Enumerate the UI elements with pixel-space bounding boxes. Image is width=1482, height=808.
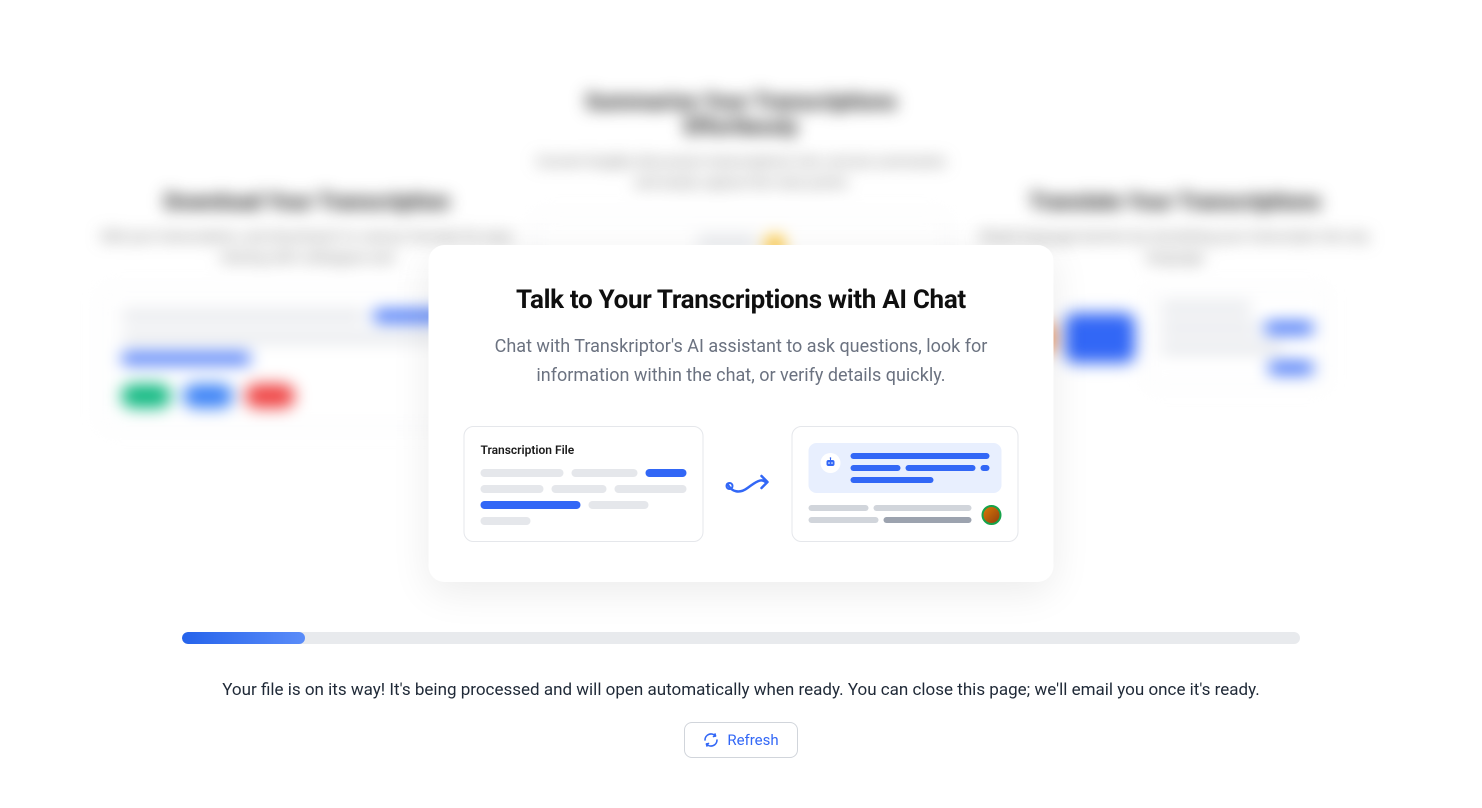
progress-section: 11% Your file is on its way! It's being …: [182, 632, 1300, 758]
bg-card-title: Summarize Your Transcriptions Effortless…: [534, 90, 948, 140]
refresh-icon: [703, 732, 719, 748]
modal-description: Chat with Transkriptor's AI assistant to…: [464, 333, 1019, 391]
ai-message: [809, 443, 1002, 493]
ai-chat-card: [792, 426, 1019, 542]
bot-icon: [821, 453, 841, 473]
modal-visual: Transcription File: [464, 426, 1019, 542]
refresh-button[interactable]: Refresh: [684, 722, 797, 758]
arrow-icon: [724, 464, 772, 504]
refresh-button-label: Refresh: [727, 731, 778, 749]
progress-fill: [182, 632, 305, 644]
transcription-file-card: Transcription File: [464, 426, 704, 542]
modal-title: Talk to Your Transcriptions with AI Chat: [464, 285, 1019, 315]
user-message: [809, 505, 1002, 525]
bg-card-title: Translate Your Transcriptions: [968, 190, 1382, 215]
user-avatar-icon: [982, 505, 1002, 525]
progress-message: Your file is on its way! It's being proc…: [182, 680, 1300, 700]
bg-card-title: Download Your Transcription: [100, 190, 514, 215]
feature-modal: Talk to Your Transcriptions with AI Chat…: [429, 245, 1054, 582]
transcription-file-title: Transcription File: [481, 443, 687, 457]
bg-card-description: Convert lengthy discussion transcription…: [534, 152, 948, 194]
progress-bar: 11%: [182, 632, 1300, 644]
